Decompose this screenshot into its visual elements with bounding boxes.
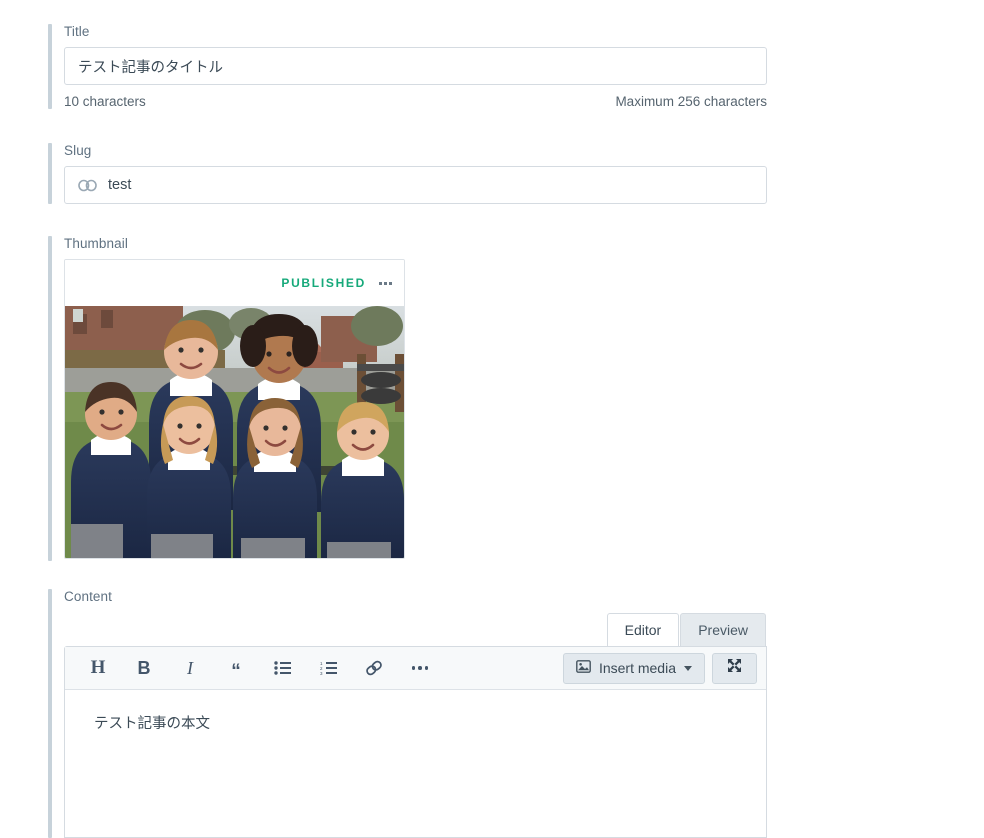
thumbnail-field-group: Thumbnail PUBLISHED bbox=[48, 236, 767, 561]
tab-preview[interactable]: Preview bbox=[680, 613, 766, 646]
slug-label: Slug bbox=[64, 143, 92, 158]
content-label: Content bbox=[64, 589, 112, 604]
field-accent-rail bbox=[48, 589, 52, 838]
title-hint-row: 10 characters Maximum 256 characters bbox=[64, 94, 767, 109]
blockquote-button[interactable]: “ bbox=[213, 647, 259, 690]
thumbnail-image[interactable] bbox=[65, 306, 404, 558]
field-accent-rail bbox=[48, 24, 52, 109]
title-max-hint: Maximum 256 characters bbox=[615, 94, 767, 109]
link-button[interactable] bbox=[351, 647, 397, 690]
image-icon bbox=[576, 660, 591, 676]
tab-editor[interactable]: Editor bbox=[606, 613, 680, 646]
svg-text:3: 3 bbox=[320, 671, 323, 675]
tab-editor-label: Editor bbox=[624, 622, 662, 638]
more-options-button[interactable] bbox=[397, 647, 443, 690]
fullscreen-button[interactable] bbox=[712, 652, 757, 684]
article-editor-page: Title テスト記事のタイトル 10 characters Maximum 2… bbox=[0, 0, 984, 838]
title-input[interactable]: テスト記事のタイトル bbox=[64, 47, 767, 85]
insert-media-button[interactable]: Insert media bbox=[562, 652, 705, 684]
thumbnail-label: Thumbnail bbox=[64, 236, 128, 251]
status-badge: PUBLISHED bbox=[281, 276, 366, 290]
slug-input[interactable]: test bbox=[64, 166, 767, 204]
content-editor: H B I “ 1 2 3 Insert media テスト記事の本文 bbox=[64, 646, 767, 838]
tab-preview-label: Preview bbox=[698, 622, 748, 638]
bold-button[interactable]: B bbox=[121, 647, 167, 690]
kebab-menu-icon[interactable] bbox=[379, 281, 392, 285]
heading-button[interactable]: H bbox=[75, 647, 121, 690]
numbered-list-button[interactable]: 1 2 3 bbox=[305, 647, 351, 690]
editor-toolbar: H B I “ 1 2 3 Insert media bbox=[65, 647, 766, 690]
italic-button[interactable]: I bbox=[167, 647, 213, 690]
editor-tabs: Editor Preview bbox=[606, 613, 767, 646]
thumbnail-card-header: PUBLISHED bbox=[65, 260, 404, 306]
field-accent-rail bbox=[48, 143, 52, 204]
title-field-group: Title テスト記事のタイトル 10 characters Maximum 2… bbox=[48, 24, 767, 109]
chevron-down-icon bbox=[684, 665, 692, 671]
slug-field-group: Slug test bbox=[48, 143, 767, 204]
fullscreen-icon bbox=[727, 658, 742, 678]
bullet-list-button[interactable] bbox=[259, 647, 305, 690]
title-char-count: 10 characters bbox=[64, 94, 146, 109]
title-input-value: テスト記事のタイトル bbox=[78, 59, 223, 76]
editor-text-area[interactable]: テスト記事の本文 bbox=[65, 690, 766, 733]
field-accent-rail bbox=[48, 236, 52, 561]
title-label: Title bbox=[64, 24, 90, 39]
insert-media-label: Insert media bbox=[598, 660, 676, 676]
slug-input-value: test bbox=[108, 177, 132, 193]
thumbnail-card: PUBLISHED bbox=[64, 259, 405, 559]
editor-body-text: テスト記事の本文 bbox=[94, 716, 210, 732]
link-icon bbox=[78, 179, 97, 192]
toolbar-right-actions: Insert media bbox=[562, 652, 757, 684]
content-field-group: Content Editor Preview H B I “ 1 2 3 Ins… bbox=[48, 589, 767, 838]
